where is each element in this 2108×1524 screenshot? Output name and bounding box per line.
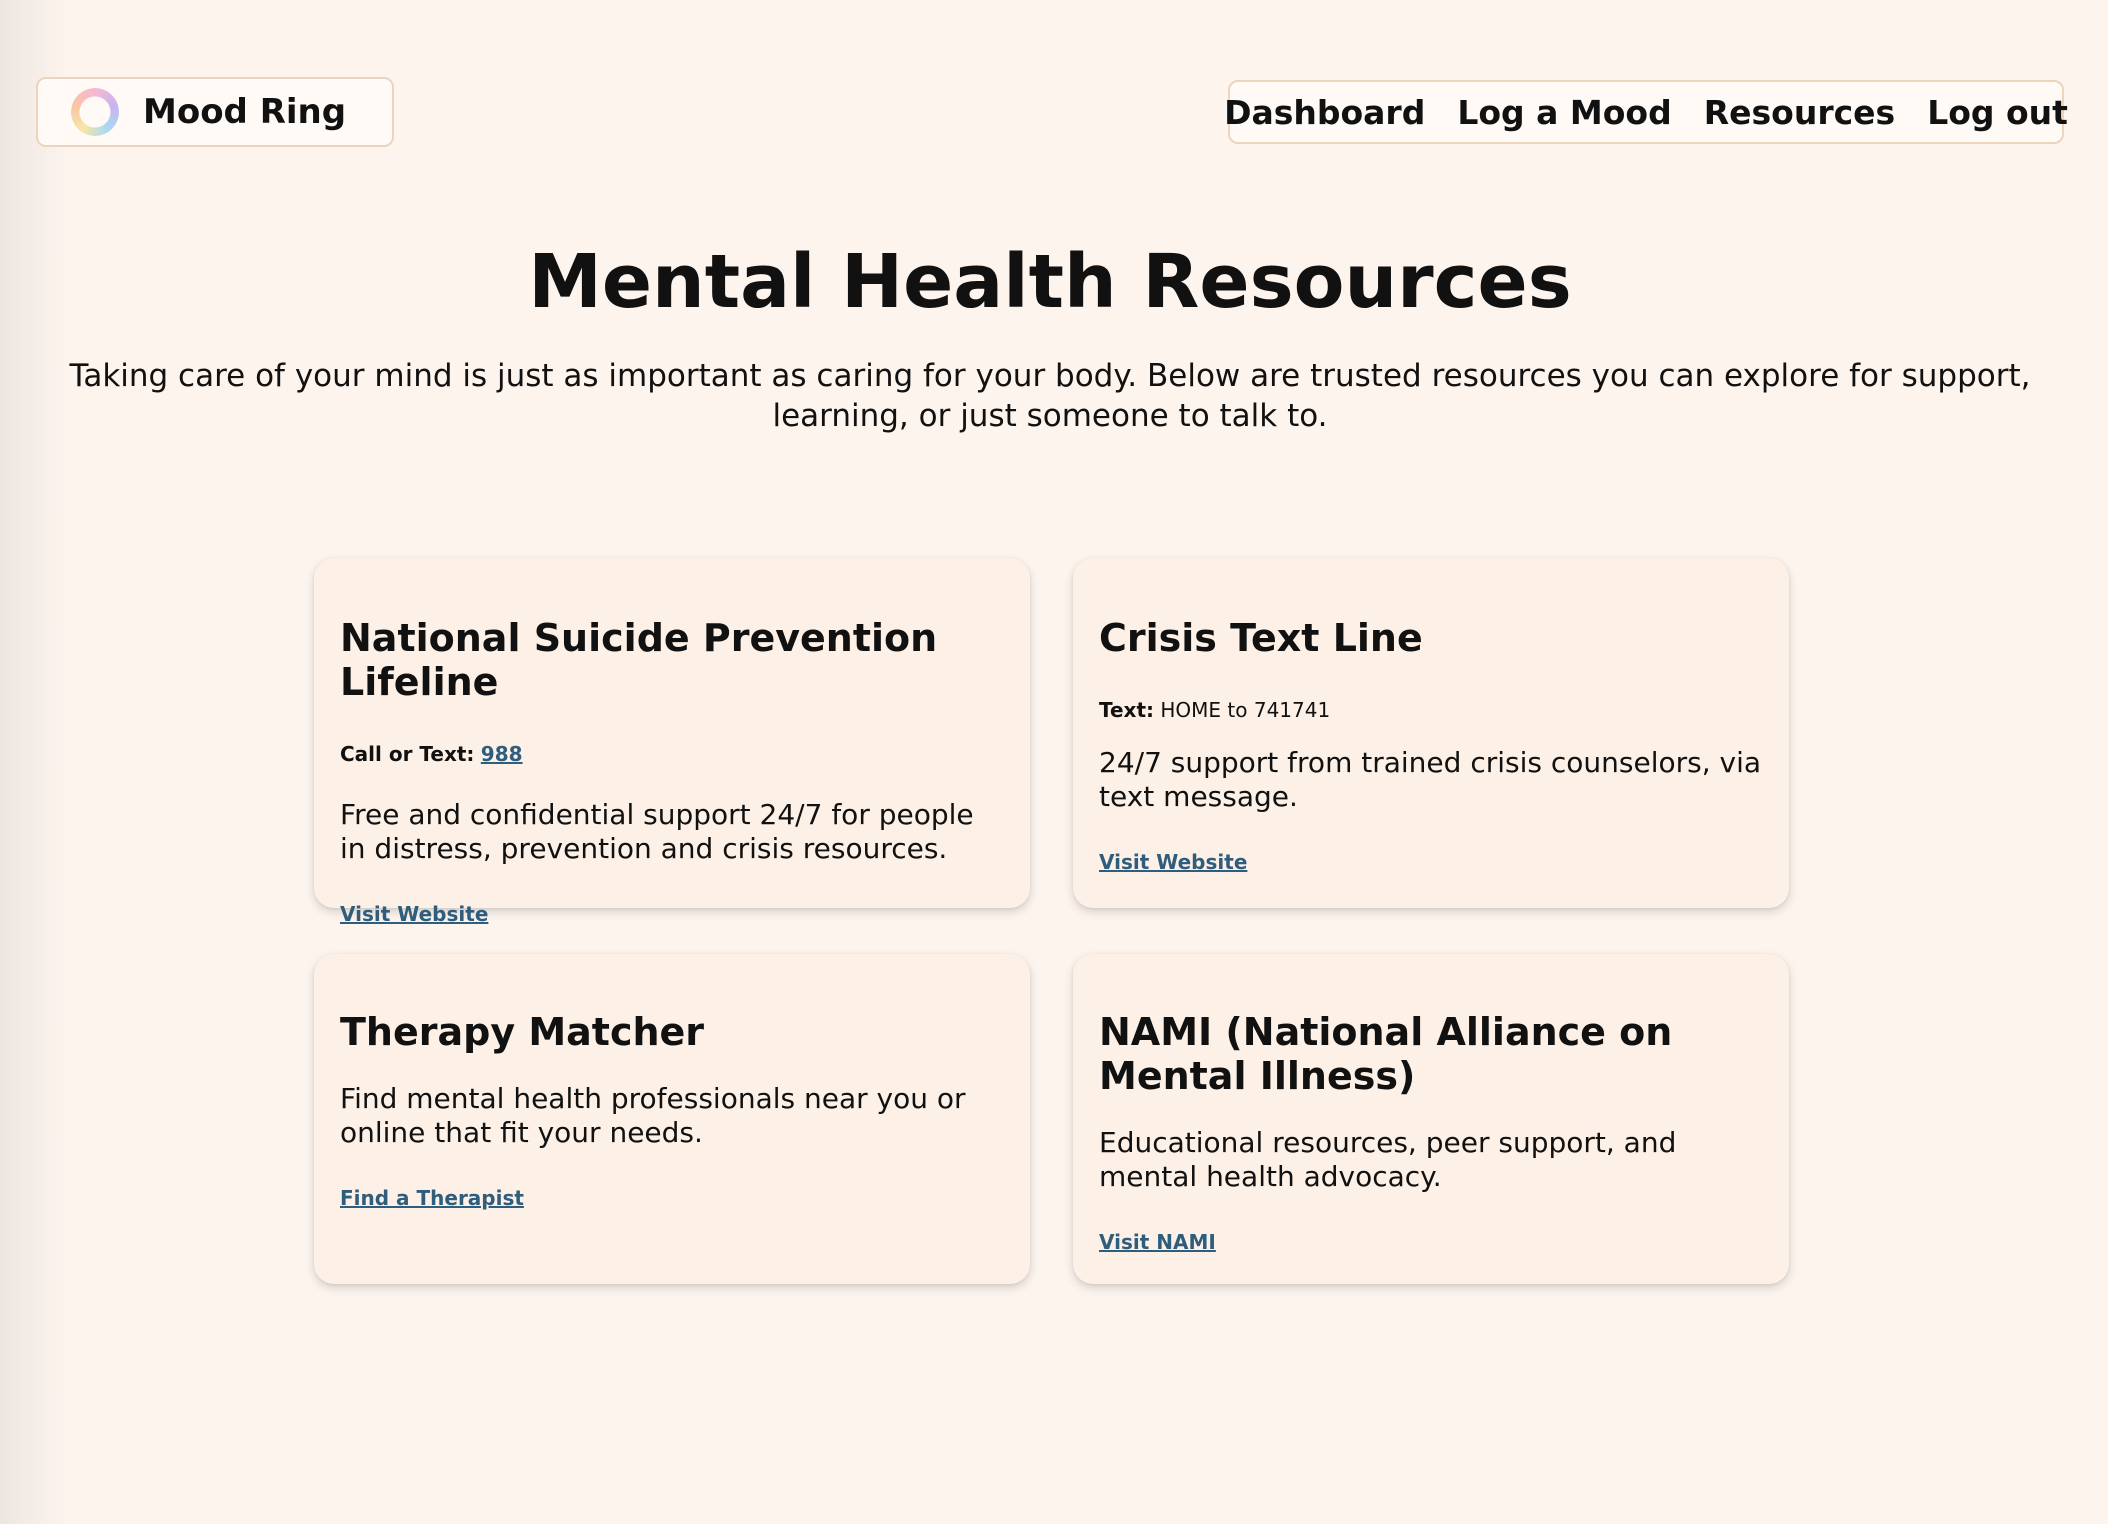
card-title: National Suicide Prevention Lifeline (340, 616, 938, 704)
card-title: Crisis Text Line (1099, 616, 1423, 660)
visit-website-link[interactable]: Visit Website (340, 902, 1004, 926)
card-title: Therapy Matcher (340, 1010, 705, 1054)
card-description: Educational resources, peer support, and… (1099, 1126, 1677, 1193)
nav-log-a-mood[interactable]: Log a Mood (1457, 93, 1671, 132)
card-description: Free and confidential support 24/7 for p… (340, 798, 974, 865)
contact-label: Call or Text: (340, 742, 475, 766)
page-title: Mental Health Resources (528, 239, 1572, 325)
brand-logo-link[interactable]: Mood Ring (36, 77, 394, 147)
contact-label: Text: (1099, 698, 1155, 722)
phone-988-link[interactable]: 988 (481, 742, 523, 766)
resource-card-therapy-matcher: Therapy Matcher Find mental health profe… (314, 954, 1030, 1284)
contact-value: HOME to 741741 (1160, 698, 1331, 722)
nav-dashboard[interactable]: Dashboard (1224, 93, 1425, 132)
visit-website-link[interactable]: Visit Website (1099, 850, 1763, 874)
contact-line: Call or Text: 988 (340, 742, 1004, 766)
card-description: 24/7 support from trained crisis counsel… (1099, 746, 1762, 813)
mood-ring-icon (71, 88, 119, 136)
main-nav: Dashboard Log a Mood Resources Log out (1224, 80, 2068, 144)
intro-text: Taking care of your mind is just as impo… (69, 358, 2031, 434)
contact-line: Text: HOME to 741741 (1099, 698, 1763, 722)
resource-card-crisis-text-line: Crisis Text Line Text: HOME to 741741 24… (1073, 558, 1789, 908)
nav-log-out[interactable]: Log out (1927, 93, 2068, 132)
page-edge-shade (0, 0, 70, 1524)
nav-resources[interactable]: Resources (1704, 93, 1895, 132)
resource-card-lifeline: National Suicide Prevention Lifeline Cal… (314, 558, 1030, 926)
card-title: NAMI (National Alliance on Mental Illnes… (1099, 1010, 1673, 1098)
card-description: Find mental health professionals near yo… (340, 1082, 966, 1149)
find-therapist-link[interactable]: Find a Therapist (340, 1186, 1004, 1210)
resource-card-nami: NAMI (National Alliance on Mental Illnes… (1073, 954, 1789, 1284)
brand-name: Mood Ring (143, 92, 347, 132)
visit-nami-link[interactable]: Visit NAMI (1099, 1230, 1763, 1254)
